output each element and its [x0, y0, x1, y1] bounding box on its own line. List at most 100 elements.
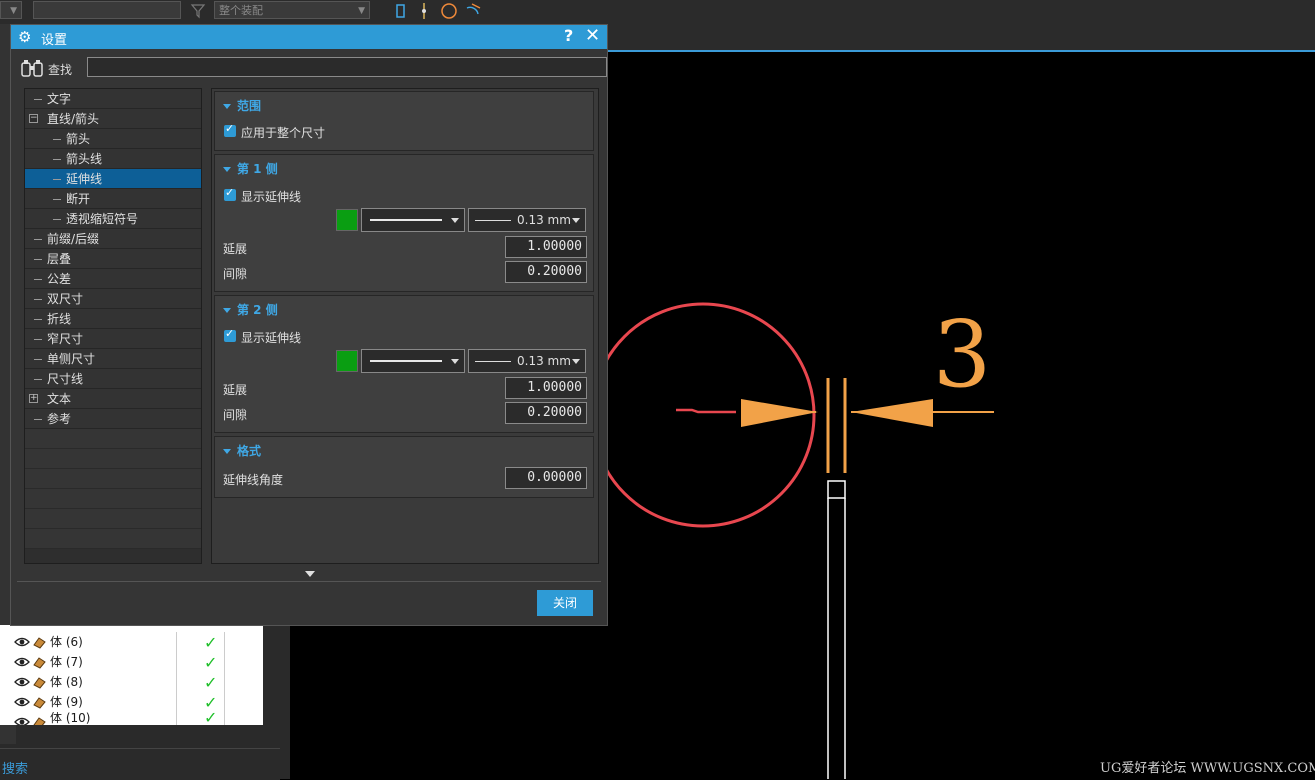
tree-item[interactable]: − 直线/箭头 [25, 109, 201, 129]
gap-2-input[interactable]: 0.20000 [505, 402, 587, 424]
dimension-text[interactable]: 3 [933, 301, 992, 408]
check-icon: ✓ [204, 693, 218, 712]
tree-item[interactable]: 单侧尺寸 [25, 349, 201, 369]
line-weight-2-dropdown[interactable]: 0.13 mm [468, 349, 586, 373]
tree-item[interactable]: 参考 [25, 409, 201, 429]
tree-item[interactable]: 折线 [25, 309, 201, 329]
list-item[interactable]: 体 (8) ✓ [0, 672, 263, 692]
line-style-2-dropdown[interactable] [361, 349, 465, 373]
find-input[interactable] [87, 57, 607, 77]
group-side-1-header[interactable]: 第 1 侧 [223, 160, 278, 177]
solid-body-icon [33, 717, 46, 725]
snap-point-icon[interactable] [392, 2, 410, 20]
line-weight-1-dropdown[interactable]: 0.13 mm [468, 208, 586, 232]
selection-filter-dropdown[interactable] [33, 1, 181, 19]
show-extension-line-2-checkbox[interactable] [224, 327, 236, 342]
tree-item-label: 单侧尺寸 [47, 352, 96, 366]
expand-more-icon[interactable] [305, 571, 315, 577]
list-item[interactable]: 体 (6) ✓ [0, 632, 263, 652]
apply-whole-dimension-checkbox[interactable] [224, 122, 236, 137]
expand-icon[interactable]: + [29, 394, 38, 403]
tree-item[interactable]: 公差 [25, 269, 201, 289]
settings-dialog: ⚙ 设置 ? ✕ 查找 文字 − 直线/箭头 箭头 箭头线 延伸线 断开 透视缩短符号 前缀/后… [10, 24, 608, 626]
extension-angle-input[interactable]: 0.00000 [505, 467, 587, 489]
filter-icon[interactable] [190, 2, 208, 20]
group-format-header[interactable]: 格式 [223, 442, 261, 459]
tree-connector [34, 359, 42, 360]
gap-1-input[interactable]: 0.20000 [505, 261, 587, 283]
collapse-icon[interactable]: − [29, 114, 38, 123]
arrowhead-left [741, 399, 818, 427]
search-label[interactable]: 搜索 [2, 758, 28, 777]
tree-connector [34, 339, 42, 340]
tree-item[interactable]: 箭头线 [25, 149, 201, 169]
extend-2-input[interactable]: 1.00000 [505, 377, 587, 399]
search-bar[interactable] [0, 748, 280, 780]
body-label: 体 (7) [50, 655, 83, 669]
tree-item-label: 窄尺寸 [47, 332, 84, 346]
tree-connector [34, 259, 42, 260]
eye-icon[interactable] [14, 715, 30, 725]
help-button[interactable]: ? [564, 26, 573, 45]
eye-icon[interactable] [14, 655, 30, 669]
tree-item[interactable]: 窄尺寸 [25, 329, 201, 349]
find-label: 查找 [48, 63, 73, 77]
close-icon[interactable]: ✕ [585, 25, 600, 46]
group-format: 格式 延伸线角度 0.00000 [214, 436, 594, 498]
check-icon: ✓ [204, 633, 218, 652]
line-color-2-swatch[interactable] [336, 350, 358, 372]
tree-item-label: 直线/箭头 [47, 112, 100, 126]
list-item[interactable]: 体 (7) ✓ [0, 652, 263, 672]
tree-item[interactable]: 箭头 [25, 129, 201, 149]
close-button[interactable]: 关闭 [537, 590, 593, 616]
tree-item[interactable]: 透视缩短符号 [25, 209, 201, 229]
group-side-2: 第 2 侧 显示延伸线 0.13 mm 延展 1.00000 间隙 0.2000… [214, 295, 594, 433]
group-side-2-header[interactable]: 第 2 侧 [223, 301, 278, 318]
show-extension-line-1-checkbox[interactable] [224, 186, 236, 201]
check-icon: ✓ [204, 673, 218, 692]
dialog-title-bar[interactable]: ⚙ 设置 ? ✕ [11, 25, 607, 49]
extend-2-label: 延展 [223, 383, 248, 397]
line-color-1-swatch[interactable] [336, 209, 358, 231]
tree-connector [34, 299, 42, 300]
tree-connector [34, 279, 42, 280]
tree-item[interactable]: + 文本 [25, 389, 201, 409]
eye-icon[interactable] [14, 635, 30, 649]
line-style-1-dropdown[interactable] [361, 208, 465, 232]
tree-item-label: 前缀/后缀 [47, 232, 100, 246]
eye-icon[interactable] [14, 695, 30, 709]
snap-end-icon[interactable] [415, 2, 433, 20]
tree-item-label: 箭头线 [66, 152, 103, 166]
group-scope: 范围 应用于整个尺寸 [214, 91, 594, 151]
tree-item[interactable]: 尺寸线 [25, 369, 201, 389]
body-label: 体 (8) [50, 675, 83, 689]
tree-item[interactable]: 前缀/后缀 [25, 229, 201, 249]
group-format-title: 格式 [237, 444, 262, 458]
top-toolbar: ▼ 整个装配 ▼ [0, 0, 1315, 25]
tree-item-label: 箭头 [66, 132, 91, 146]
list-item[interactable]: 体 (10) ✓ [0, 712, 263, 725]
tree-item[interactable]: 断开 [25, 189, 201, 209]
eye-icon[interactable] [14, 675, 30, 689]
body-label: 体 (10) [50, 712, 91, 725]
tree-item-label: 透视缩短符号 [66, 212, 139, 226]
drawing-canvas[interactable]: 3 [606, 50, 1315, 779]
extend-1-input[interactable]: 1.00000 [505, 236, 587, 258]
tree-item[interactable]: 延伸线 [25, 169, 201, 189]
gear-icon: ⚙ [18, 28, 32, 46]
snap-tangent-icon[interactable] [464, 2, 482, 20]
tree-connector [34, 419, 42, 420]
tree-item[interactable]: 层叠 [25, 249, 201, 269]
tree-connector [53, 199, 61, 200]
group-scope-header[interactable]: 范围 [223, 97, 261, 114]
tree-item[interactable]: 文字 [25, 89, 201, 109]
assembly-scope-dropdown[interactable]: 整个装配 ▼ [214, 1, 370, 19]
tree-empty-row [25, 429, 201, 449]
toolbar-dropdown-left[interactable]: ▼ [0, 1, 22, 19]
list-item[interactable]: 体 (9) ✓ [0, 692, 263, 712]
line-weight-2-value: 0.13 mm [517, 354, 571, 368]
tree-connector [53, 159, 61, 160]
tree-item[interactable]: 双尺寸 [25, 289, 201, 309]
snap-circle-icon[interactable] [440, 2, 458, 20]
tree-item-label: 延伸线 [66, 172, 103, 186]
